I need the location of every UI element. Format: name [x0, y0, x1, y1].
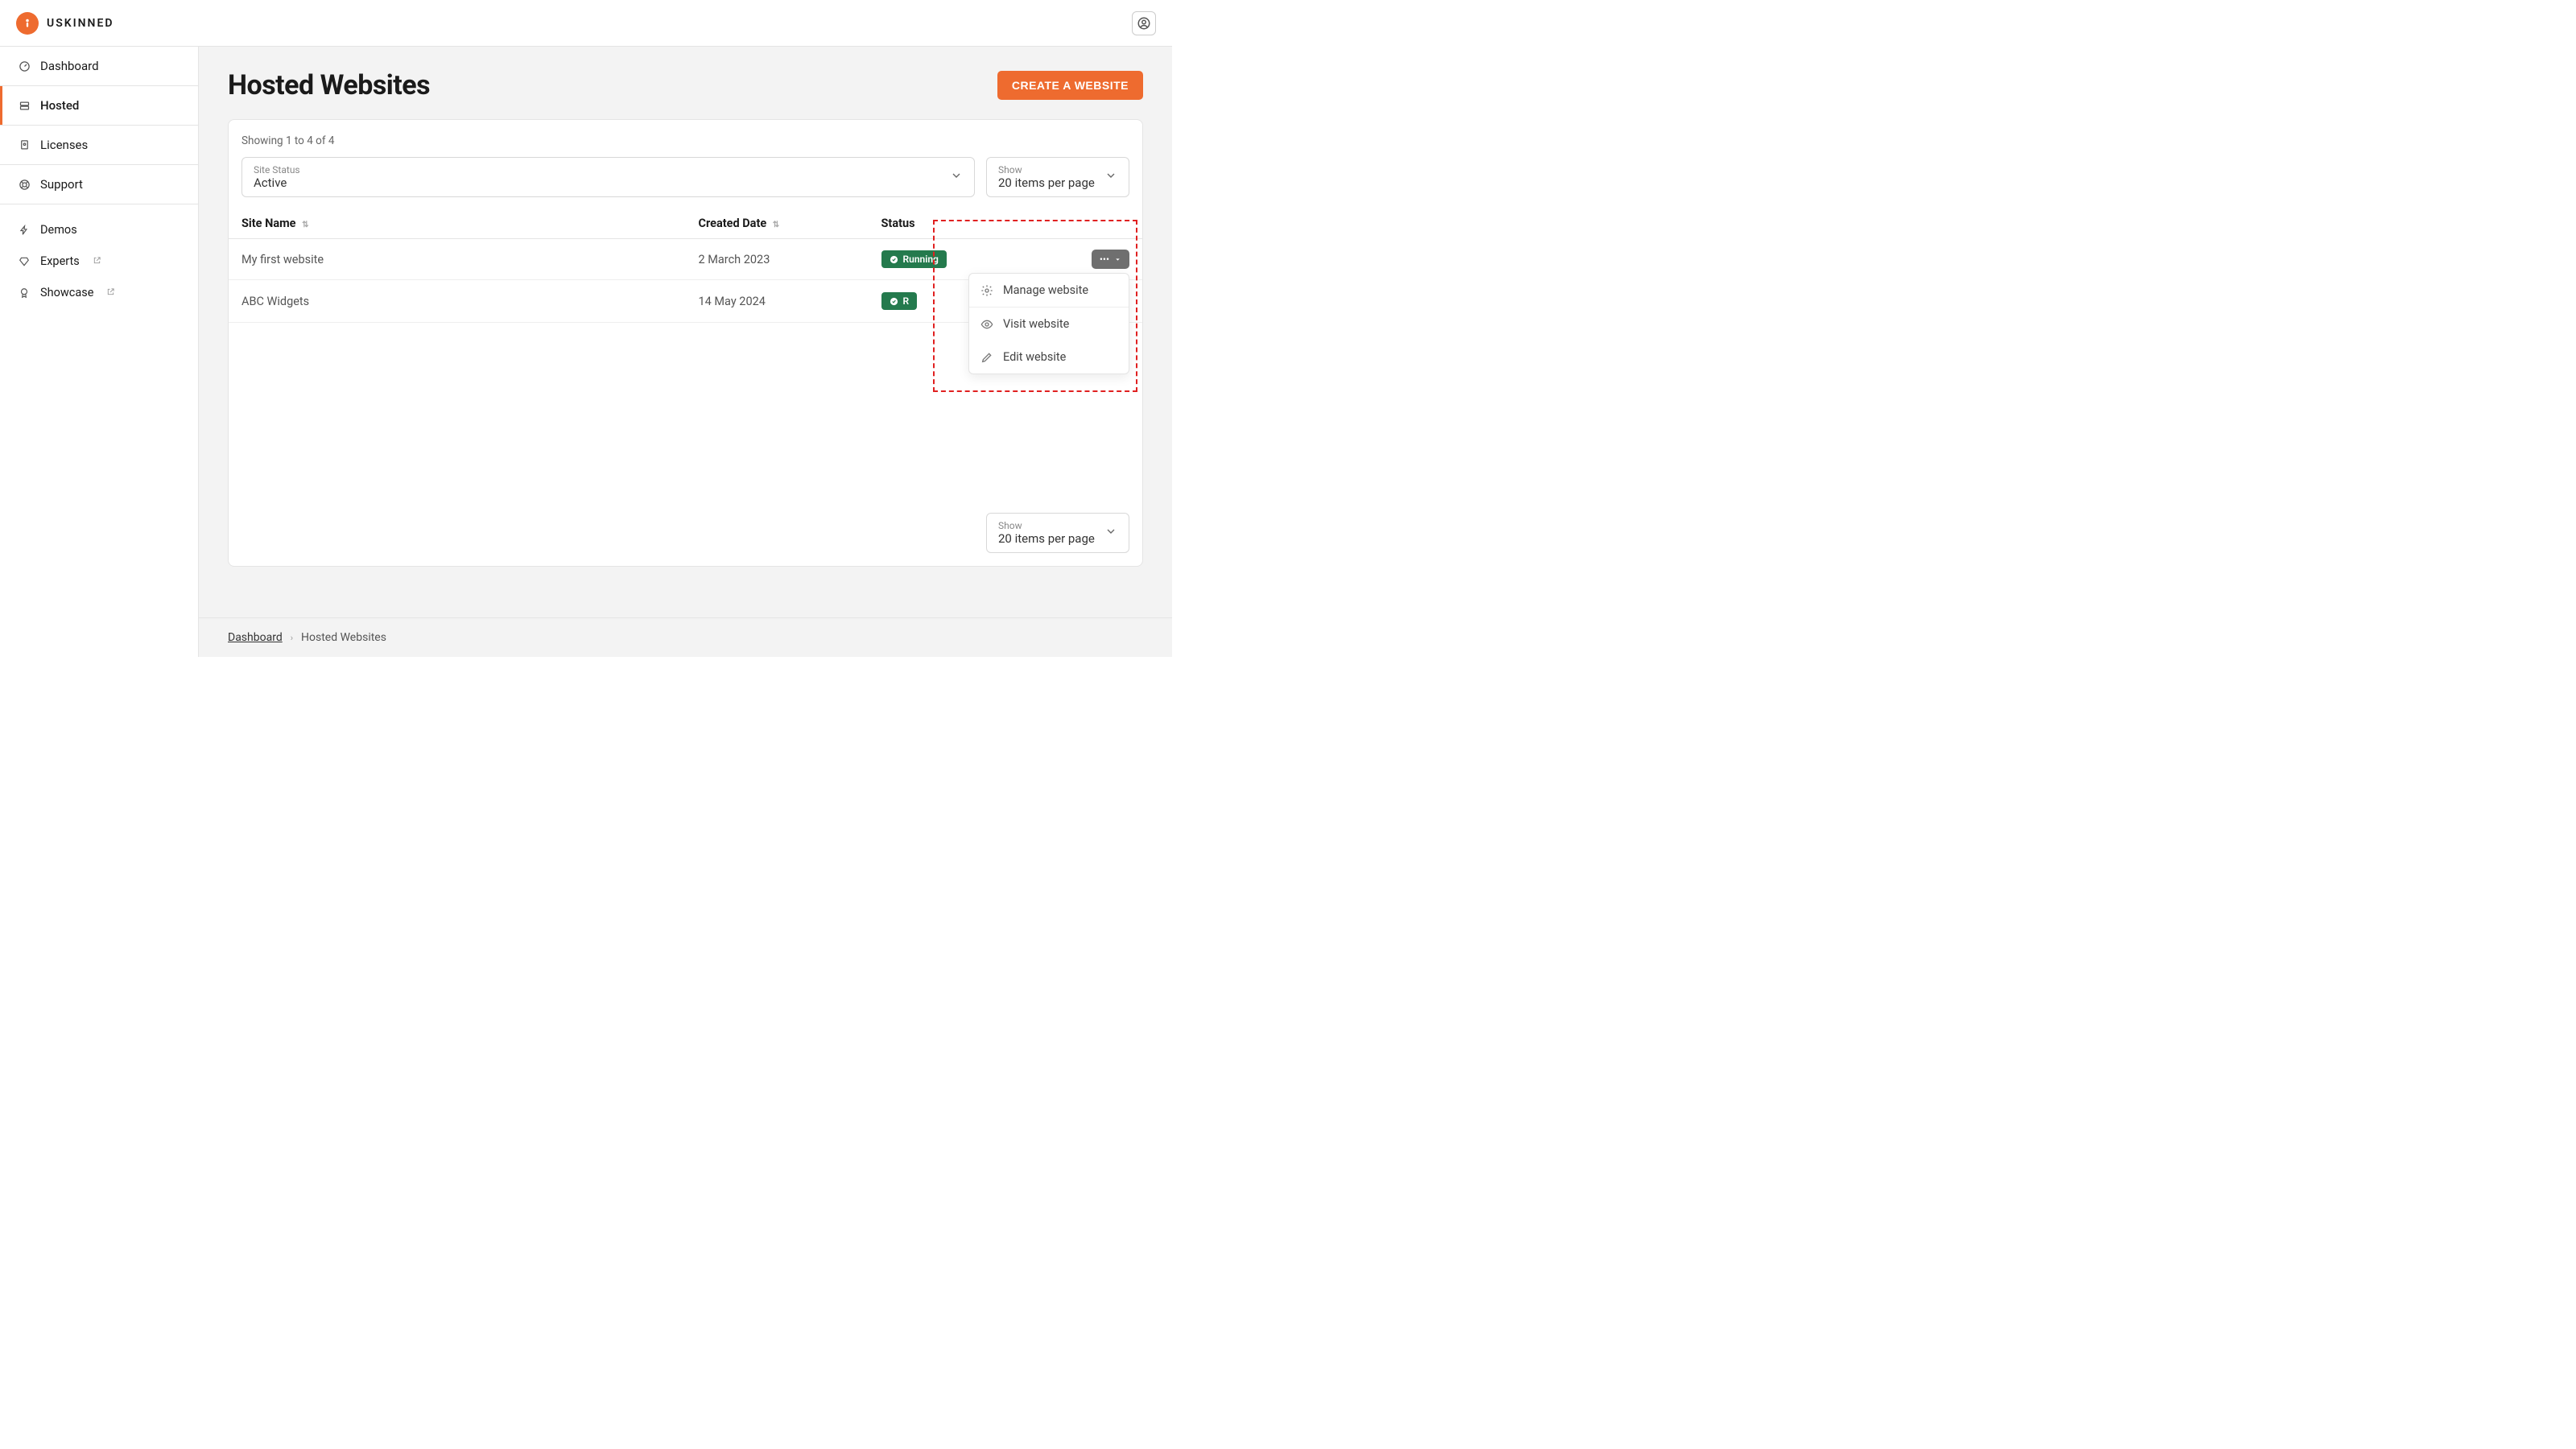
cell-created-date: 2 March 2023 [686, 239, 869, 280]
page-title: Hosted Websites [228, 69, 430, 101]
menu-visit-website[interactable]: Visit website [969, 308, 1129, 341]
create-website-button[interactable]: CREATE A WEBSITE [997, 71, 1143, 100]
sidebar-item-experts[interactable]: Experts [0, 246, 198, 277]
check-circle-icon [890, 254, 899, 264]
sidebar-item-dashboard[interactable]: Dashboard [0, 47, 198, 85]
caret-down-icon [1114, 256, 1121, 263]
account-button[interactable] [1132, 11, 1156, 35]
chevron-down-icon [1104, 525, 1117, 541]
sidebar-item-demos[interactable]: Demos [0, 214, 198, 246]
sidebar-item-label: Licenses [40, 138, 88, 152]
status-badge: Running [881, 250, 947, 268]
cell-site-name[interactable]: ABC Widgets [229, 280, 686, 323]
sidebar-item-label: Demos [40, 223, 77, 237]
award-icon [18, 287, 31, 299]
select-value: Active [254, 175, 300, 190]
chevron-down-icon [1104, 169, 1117, 185]
gauge-icon [18, 60, 31, 72]
dots-icon: ••• [1100, 254, 1109, 265]
cell-created-date: 14 May 2024 [686, 280, 869, 323]
breadcrumb-root[interactable]: Dashboard [228, 631, 283, 644]
sidebar-item-label: Showcase [40, 286, 93, 299]
select-label: Site Status [254, 164, 300, 175]
status-badge: R [881, 292, 918, 310]
certificate-icon [18, 138, 31, 151]
brand-name: USKINNED [47, 17, 114, 30]
sidebar-item-label: Dashboard [40, 59, 99, 73]
select-label: Show [998, 164, 1095, 175]
select-value: 20 items per page [998, 175, 1095, 190]
page-size-select-bottom[interactable]: Show 20 items per page [986, 513, 1129, 553]
external-link-icon [106, 286, 115, 299]
breadcrumb: Dashboard › Hosted Websites [199, 617, 1172, 657]
logo-mark-icon [16, 12, 39, 35]
sort-icon: ⇅ [773, 221, 779, 229]
main-area: Hosted Websites CREATE A WEBSITE Showing… [199, 47, 1172, 657]
row-actions-menu: Manage website Visit website Edit websi [968, 273, 1129, 374]
sidebar-item-support[interactable]: Support [0, 165, 198, 204]
external-link-icon [93, 254, 101, 268]
lifebuoy-icon [18, 178, 31, 191]
diamond-icon [18, 255, 31, 268]
column-status: Status [869, 208, 1033, 239]
sidebar: Dashboard Hosted Licenses [0, 47, 199, 657]
menu-manage-website[interactable]: Manage website [969, 274, 1129, 307]
user-circle-icon [1137, 16, 1151, 31]
server-icon [18, 99, 31, 112]
brand-logo[interactable]: USKINNED [16, 12, 114, 35]
showing-text: Showing 1 to 4 of 4 [242, 134, 1129, 147]
sidebar-item-label: Hosted [40, 98, 79, 113]
site-status-select[interactable]: Site Status Active [242, 157, 975, 197]
row-actions-button[interactable]: ••• [1092, 250, 1129, 269]
sort-icon: ⇅ [302, 221, 308, 229]
websites-card: Showing 1 to 4 of 4 Site Status Active [228, 119, 1143, 567]
select-label: Show [998, 520, 1095, 531]
app-header: USKINNED [0, 0, 1172, 47]
eye-icon [980, 318, 993, 331]
check-circle-icon [890, 296, 899, 306]
cell-site-name[interactable]: My first website [229, 239, 686, 280]
sidebar-item-showcase[interactable]: Showcase [0, 277, 198, 308]
chevron-down-icon [950, 169, 963, 185]
column-created-date[interactable]: Created Date ⇅ [686, 208, 869, 239]
gear-icon [980, 284, 993, 297]
breadcrumb-current: Hosted Websites [301, 631, 386, 644]
chevron-right-icon: › [291, 633, 293, 643]
sidebar-item-label: Experts [40, 254, 80, 268]
pencil-icon [980, 351, 993, 364]
sidebar-item-licenses[interactable]: Licenses [0, 126, 198, 164]
sidebar-item-label: Support [40, 177, 83, 192]
page-size-select[interactable]: Show 20 items per page [986, 157, 1129, 197]
select-value: 20 items per page [998, 531, 1095, 546]
sidebar-item-hosted[interactable]: Hosted [0, 86, 198, 125]
bolt-icon [18, 224, 31, 237]
menu-edit-website[interactable]: Edit website [969, 341, 1129, 374]
column-site-name[interactable]: Site Name ⇅ [229, 208, 686, 239]
